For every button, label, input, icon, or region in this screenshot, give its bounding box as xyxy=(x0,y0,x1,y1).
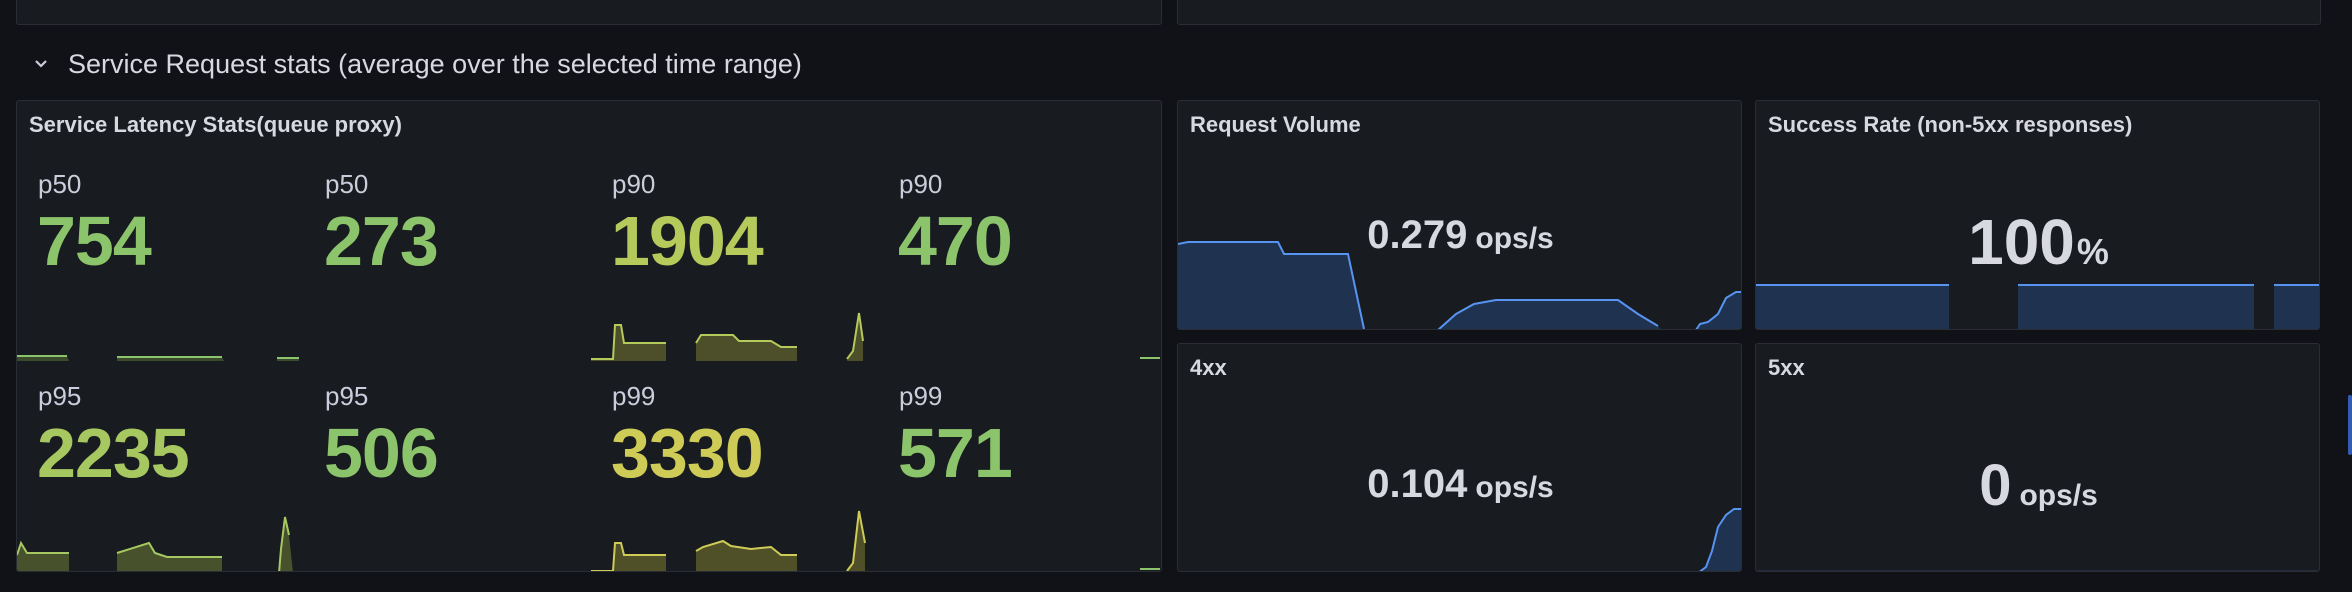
stat-value: 3330 xyxy=(611,414,764,492)
chevron-down-icon[interactable] xyxy=(30,53,52,75)
stat-p99-a: p99 3330 xyxy=(591,373,878,571)
stat-value: 571 xyxy=(898,414,1013,492)
stat-p90-a: p90 1904 xyxy=(591,161,878,361)
stat-label: p99 xyxy=(612,381,656,411)
stat-p50-b: p50 273 xyxy=(304,161,591,361)
panel-title: 5xx xyxy=(1768,355,1805,380)
scrollbar-edge[interactable] xyxy=(2348,395,2352,455)
stat-label: p90 xyxy=(899,169,943,199)
stat-value: 506 xyxy=(324,414,439,492)
stat-value: 0.279 xyxy=(1367,213,1468,257)
top-left-panel-partial xyxy=(16,0,1162,25)
sparkline xyxy=(1756,570,2319,571)
sparkline xyxy=(1756,284,2319,329)
row-header[interactable]: Service Request stats (average over the … xyxy=(30,44,802,84)
top-right-panel-partial xyxy=(1177,0,2321,25)
stat-p90-b: p90 470 xyxy=(878,161,1161,361)
latency-stats-panel[interactable]: Service Latency Stats(queue proxy) p50 7… xyxy=(16,100,1162,572)
stat-p50-a: p50 754 xyxy=(17,161,304,361)
4xx-panel[interactable]: 4xx 0.104 ops/s xyxy=(1177,343,1742,572)
panel-title: Service Latency Stats(queue proxy) xyxy=(29,112,402,137)
stat-label: p50 xyxy=(325,169,369,199)
sparkline xyxy=(1140,357,1160,359)
stat-value: 0.104 xyxy=(1367,462,1468,506)
stat-unit: % xyxy=(2076,231,2109,272)
stat-value: 754 xyxy=(37,202,152,280)
stat-label: p90 xyxy=(612,169,656,199)
stat-label: p95 xyxy=(38,381,82,411)
stat-p99-b: p99 571 xyxy=(878,373,1161,571)
stat-label: p50 xyxy=(38,169,82,199)
stat-unit: ops/s xyxy=(1475,222,1554,255)
panel-title: Request Volume xyxy=(1190,112,1361,137)
stat-p95-b: p95 506 xyxy=(304,373,591,571)
success-rate-stat: 100% xyxy=(1756,205,2319,279)
stat-unit: ops/s xyxy=(2019,479,2098,512)
request-volume-panel[interactable]: Request Volume 0.279 ops/s xyxy=(1177,100,1742,330)
success-rate-panel[interactable]: Success Rate (non-5xx responses) 100% xyxy=(1755,100,2320,330)
5xx-panel[interactable]: 5xx 0 ops/s xyxy=(1755,343,2320,572)
stat-value: 100 xyxy=(1968,206,2075,278)
request-volume-stat: 0.279 ops/s xyxy=(1178,213,1741,258)
5xx-stat: 0 ops/s xyxy=(1756,452,2319,519)
stat-value: 470 xyxy=(898,202,1013,280)
sparkline xyxy=(591,510,866,571)
stat-p95-a: p95 2235 xyxy=(17,373,304,571)
stat-value: 1904 xyxy=(611,202,764,280)
sparkline xyxy=(17,516,293,571)
stat-label: p99 xyxy=(899,381,943,411)
stat-value: 273 xyxy=(324,202,439,280)
sparkline xyxy=(1140,568,1160,570)
sparkline xyxy=(591,312,864,361)
sparkline xyxy=(17,355,299,361)
stat-label: p95 xyxy=(325,381,369,411)
row-title: Service Request stats (average over the … xyxy=(68,48,802,79)
stat-unit: ops/s xyxy=(1475,471,1554,504)
4xx-stat: 0.104 ops/s xyxy=(1178,462,1741,507)
panel-title: 4xx xyxy=(1190,355,1227,380)
stat-value: 0 xyxy=(1979,453,2012,518)
stat-value: 2235 xyxy=(37,414,190,492)
panel-title: Success Rate (non-5xx responses) xyxy=(1768,112,2133,137)
